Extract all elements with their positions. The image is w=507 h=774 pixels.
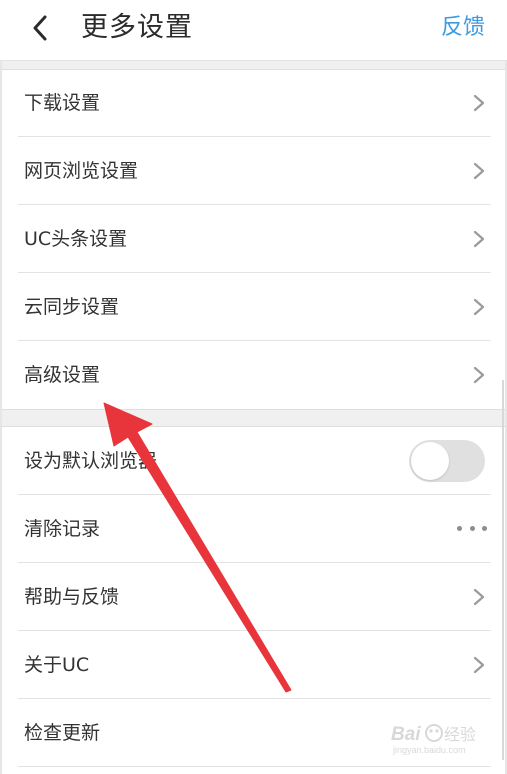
chevron-right-icon [473, 656, 485, 674]
settings-item-label: 清除记录 [24, 518, 101, 540]
settings-item-label: 设为默认浏览器 [24, 450, 158, 472]
settings-item-cloud-sync[interactable]: 云同步设置 [0, 273, 507, 341]
settings-item-label: 关于UC [24, 654, 90, 676]
settings-item-label: 帮助与反馈 [24, 586, 120, 608]
settings-item-advanced[interactable]: 高级设置 [0, 341, 507, 409]
settings-item-label: 检查更新 [24, 722, 101, 744]
settings-item-label: UC头条设置 [24, 228, 128, 250]
chevron-right-icon [473, 366, 485, 384]
settings-item-label: 云同步设置 [24, 296, 120, 318]
settings-item-web-browsing[interactable]: 网页浏览设置 [0, 137, 507, 205]
scrollbar[interactable] [502, 380, 504, 760]
chevron-left-icon [33, 15, 47, 41]
feedback-button[interactable]: 反馈 [441, 13, 485, 43]
baidu-jingyan-watermark: Bai 经验 jingyan.baidu.com [391, 724, 476, 755]
default-browser-toggle[interactable] [409, 440, 485, 482]
settings-item-uc-headlines[interactable]: UC头条设置 [0, 205, 507, 273]
settings-item-default-browser: 设为默认浏览器 [0, 427, 507, 495]
settings-item-download[interactable]: 下载设置 [0, 69, 507, 137]
settings-item-clear-history[interactable]: 清除记录 [0, 495, 507, 563]
back-button[interactable] [20, 8, 60, 48]
svg-text:jingyan.baidu.com: jingyan.baidu.com [392, 745, 466, 755]
chevron-right-icon [473, 162, 485, 180]
toggle-knob [411, 442, 449, 480]
settings-section-general: 下载设置 网页浏览设置 UC头条设置 云同步设置 高级设置 [0, 69, 507, 409]
chevron-right-icon [473, 230, 485, 248]
chevron-right-icon [473, 94, 485, 112]
chevron-right-icon [473, 588, 485, 606]
settings-item-label: 高级设置 [24, 364, 101, 386]
svg-text:Bai: Bai [391, 724, 421, 745]
settings-page: 更多设置 反馈 下载设置 网页浏览设置 UC头条设置 云同步设置 高级设置 设为… [0, 0, 507, 774]
settings-item-about-uc[interactable]: 关于UC [0, 631, 507, 699]
top-bar: 更多设置 反馈 [0, 0, 507, 61]
more-dots-icon [457, 521, 487, 535]
row-divider [18, 766, 491, 767]
settings-item-label: 下载设置 [24, 92, 101, 114]
svg-text:经验: 经验 [444, 725, 476, 744]
chevron-right-icon [473, 298, 485, 316]
settings-item-label: 网页浏览设置 [24, 160, 139, 182]
page-title: 更多设置 [81, 12, 193, 43]
section-gap-middle [2, 409, 505, 427]
settings-item-help-feedback[interactable]: 帮助与反馈 [0, 563, 507, 631]
